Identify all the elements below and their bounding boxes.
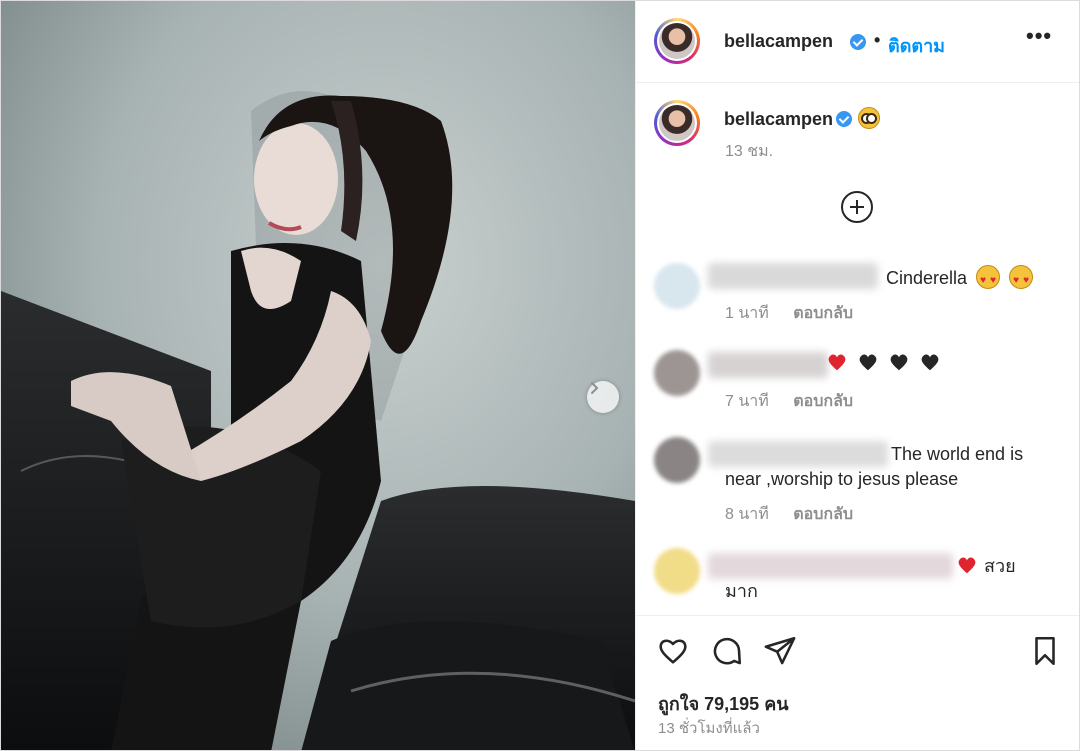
photo-illustration — [1, 1, 635, 750]
comment-text — [822, 351, 941, 376]
reply-button[interactable]: ตอบกลับ — [793, 305, 853, 322]
separator-dot: • — [874, 30, 881, 50]
reply-button[interactable]: ตอบกลับ — [793, 393, 853, 410]
post-side-panel: bellacampen • ติดตาม ••• bellacampen 13 … — [635, 1, 1079, 750]
load-more-comments-button[interactable] — [841, 191, 873, 223]
blurred-username — [708, 553, 953, 579]
next-photo-button[interactable] — [587, 381, 619, 413]
next-arrow-icon — [591, 382, 599, 394]
verified-icon — [850, 34, 866, 50]
comment-avatar[interactable] — [654, 437, 700, 483]
black-heart-emoji — [890, 354, 908, 371]
bookmark-icon[interactable] — [1028, 634, 1062, 668]
heart-eyes-emoji — [1009, 265, 1034, 293]
header-username[interactable]: bellacampen — [724, 31, 833, 52]
post-timestamp[interactable]: 13 ชั่วโมงที่แล้ว — [658, 716, 760, 740]
comment-avatar[interactable] — [654, 263, 700, 309]
heart-icon[interactable] — [656, 634, 690, 668]
black-heart-emoji — [859, 354, 877, 371]
face-emoji — [858, 107, 880, 129]
comment-text-line2: มาก — [725, 581, 758, 601]
comment-meta: 7 นาที ตอบกลับ — [725, 389, 853, 414]
comment-text-line1: สวย — [956, 554, 1016, 579]
comment-text: Cinderella — [886, 265, 1034, 293]
caption-time: 13 ชม. — [725, 143, 774, 160]
comment-meta: 8 นาที ตอบกลับ — [725, 502, 853, 527]
reply-button[interactable]: ตอบกลับ — [793, 506, 853, 523]
heart-eyes-emoji — [976, 265, 1001, 293]
comment-time: 1 นาที — [725, 305, 769, 322]
red-heart-emoji — [958, 557, 976, 574]
caption-avatar[interactable] — [654, 100, 700, 146]
follow-button[interactable]: ติดตาม — [888, 31, 945, 60]
comment-avatar[interactable] — [654, 548, 700, 594]
comment-text-content: Cinderella — [886, 268, 968, 288]
action-bar: ถูกใจ 79,195 คน 13 ชั่วโมงที่แล้ว — [636, 615, 1079, 750]
red-heart-emoji — [828, 354, 846, 371]
blurred-username — [708, 352, 828, 378]
comment-text-line1: The world end is — [891, 444, 1024, 464]
share-icon[interactable] — [763, 634, 797, 668]
comment-text-line2: near ,worship to jesus please — [725, 469, 959, 489]
blurred-username — [708, 263, 878, 289]
comment-avatar[interactable] — [654, 350, 700, 396]
black-heart-emoji — [921, 354, 939, 371]
comment-time: 7 นาที — [725, 393, 769, 410]
comment-icon[interactable] — [710, 634, 744, 668]
comment-text-content: สวย — [984, 556, 1016, 576]
caption-username[interactable]: bellacampen — [724, 109, 833, 130]
header-avatar[interactable] — [654, 18, 700, 64]
blurred-username — [708, 441, 888, 467]
comment-meta: 1 นาที ตอบกลับ — [725, 301, 853, 326]
post-header: bellacampen • ติดตาม ••• — [636, 1, 1079, 83]
likes-count[interactable]: ถูกใจ 79,195 คน — [658, 689, 789, 718]
post-window: bellacampen • ติดตาม ••• bellacampen 13 … — [0, 0, 1080, 751]
more-options-icon[interactable]: ••• — [1026, 23, 1052, 49]
post-photo[interactable] — [1, 1, 635, 750]
comment-time: 8 นาที — [725, 506, 769, 523]
verified-icon — [836, 111, 852, 127]
